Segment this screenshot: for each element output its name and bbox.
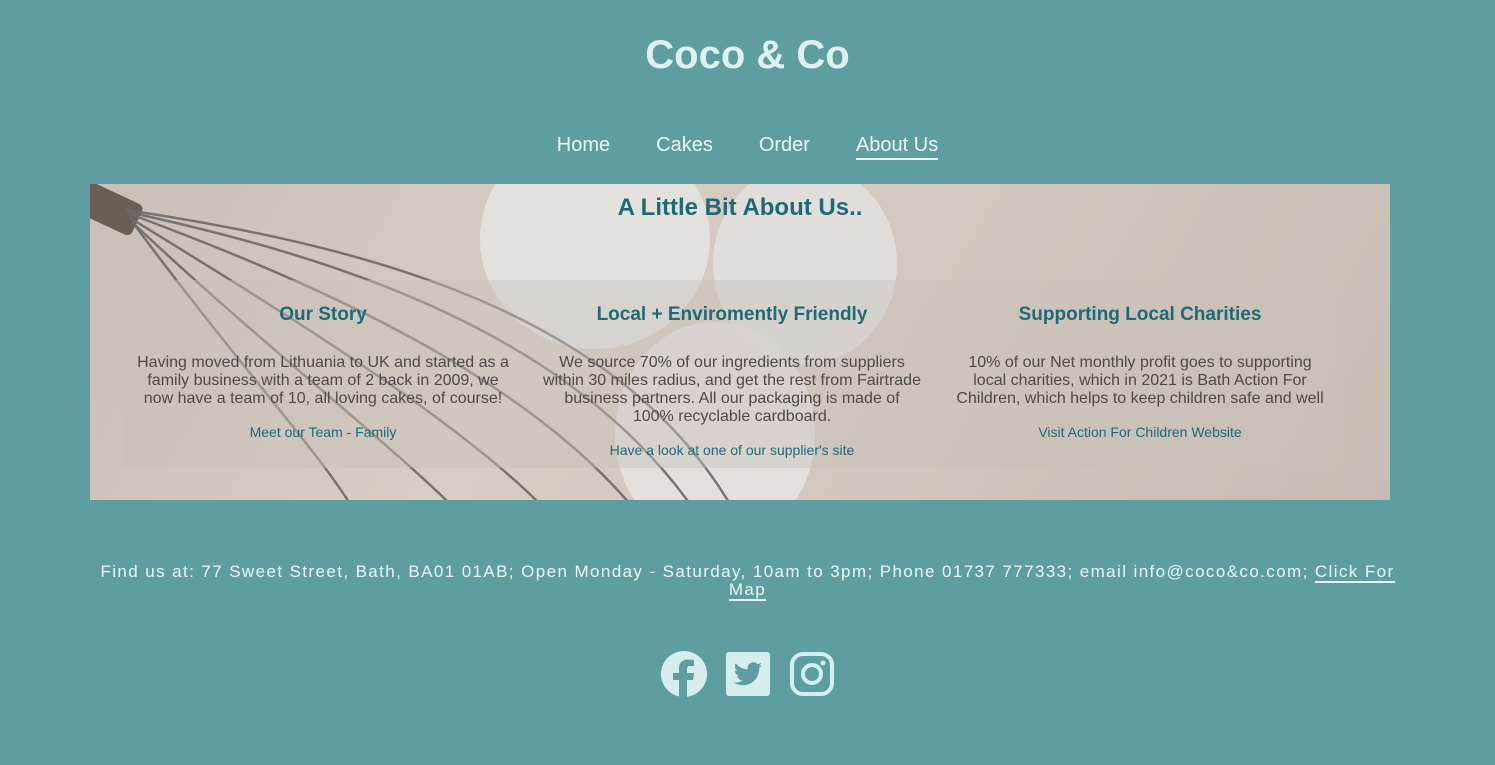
local-friendly-text: We source 70% of our ingredients from su… (543, 354, 921, 425)
charities-column: Supporting Local Charities 10% of our Ne… (945, 280, 1335, 442)
nav-about-us[interactable]: About Us (855, 134, 939, 160)
our-story-column: Our Story Having moved from Lithuania to… (128, 280, 518, 442)
about-title: A Little Bit About Us.. (617, 194, 863, 221)
our-story-heading: Our Story (279, 304, 367, 325)
about-hero: A Little Bit About Us.. Our Story Having… (90, 184, 1390, 500)
charities-heading: Supporting Local Charities (1018, 304, 1262, 325)
supplier-site-link[interactable]: Have a look at one of our supplier's sit… (610, 442, 855, 458)
footer-contact-text: Find us at: 77 Sweet Street, Bath, BA01 … (100, 562, 1309, 581)
meet-team-link[interactable]: Meet our Team - Family (250, 424, 397, 440)
action-for-children-link[interactable]: Visit Action For Children Website (1038, 424, 1241, 440)
main-nav: Home Cakes Order About Us (0, 134, 1495, 160)
facebook-icon[interactable] (660, 650, 708, 698)
footer-contact: Find us at: 77 Sweet Street, Bath, BA01 … (100, 562, 1395, 601)
local-friendly-heading: Local + Enviromently Friendly (596, 304, 868, 325)
nav-home[interactable]: Home (557, 134, 610, 160)
local-friendly-column: Local + Enviromently Friendly We source … (537, 280, 927, 460)
nav-cakes[interactable]: Cakes (656, 134, 713, 160)
nav-order[interactable]: Order (759, 134, 810, 160)
about-panel: Our Story Having moved from Lithuania to… (122, 280, 1342, 468)
site-title: Coco & Co (645, 33, 850, 77)
our-story-text: Having moved from Lithuania to UK and st… (137, 354, 509, 407)
instagram-icon[interactable] (788, 650, 836, 698)
charities-text: 10% of our Net monthly profit goes to su… (956, 354, 1324, 407)
twitter-icon[interactable] (724, 650, 772, 698)
social-links (0, 650, 1495, 698)
